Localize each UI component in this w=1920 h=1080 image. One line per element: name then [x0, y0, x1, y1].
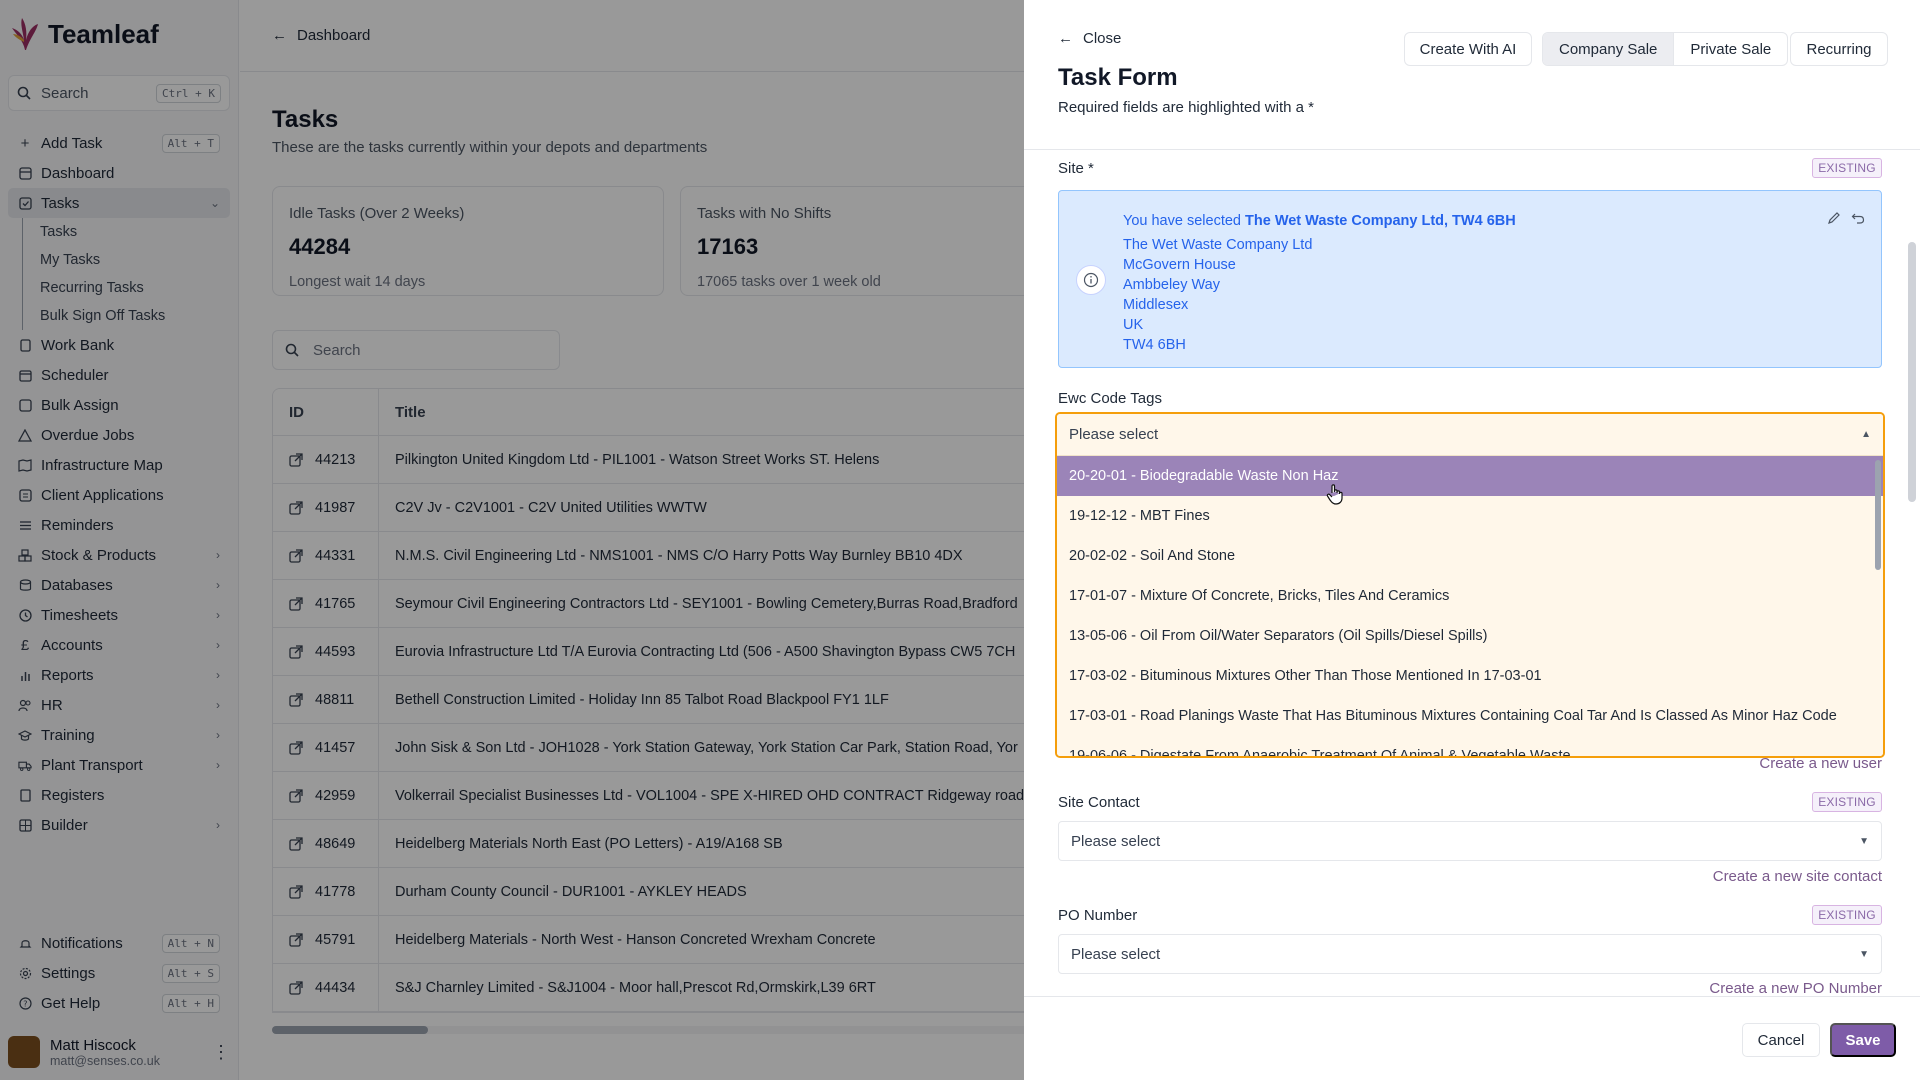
- address-line: TW4 6BH: [1123, 337, 1186, 353]
- selected-prefix: You have selected: [1123, 213, 1241, 229]
- ewc-code-dropdown: Please select ▲ 20-20-01 - Biodegradable…: [1055, 412, 1885, 758]
- address-line: Middlesex: [1123, 297, 1189, 313]
- dropdown-scrollbar[interactable]: [1875, 460, 1881, 570]
- site-contact-label: Site Contact: [1058, 794, 1140, 811]
- create-po-number-link[interactable]: Create a new PO Number: [1709, 980, 1882, 996]
- caret-up-icon: ▲: [1861, 429, 1871, 440]
- create-with-ai-button[interactable]: Create With AI: [1404, 32, 1532, 66]
- edit-icon[interactable]: [1827, 211, 1841, 225]
- po-number-select[interactable]: Please select ▼: [1058, 934, 1882, 974]
- site-contact-placeholder: Please select: [1071, 832, 1161, 850]
- ewc-code-select[interactable]: Please select ▲: [1057, 414, 1883, 456]
- site-actions: [1827, 211, 1865, 225]
- ewc-option[interactable]: 20-02-02 - Soil And Stone: [1057, 536, 1883, 576]
- cancel-button[interactable]: Cancel: [1742, 1023, 1820, 1057]
- ewc-option[interactable]: 17-03-02 - Bituminous Mixtures Other Tha…: [1057, 656, 1883, 696]
- ewc-placeholder: Please select: [1069, 426, 1159, 443]
- ewc-option[interactable]: 17-03-01 - Road Planings Waste That Has …: [1057, 696, 1883, 736]
- info-icon: [1076, 265, 1106, 295]
- caret-down-icon: ▼: [1859, 948, 1869, 960]
- vertical-scrollbar[interactable]: [1908, 242, 1916, 502]
- recurring-button[interactable]: Recurring: [1790, 32, 1888, 66]
- site-label: Site *: [1058, 160, 1094, 177]
- ewc-option[interactable]: 20-20-01 - Biodegradable Waste Non Haz: [1057, 456, 1883, 496]
- close-label: Close: [1083, 30, 1122, 47]
- hand-cursor-icon: [1326, 484, 1343, 505]
- site-contact-select[interactable]: Please select ▼: [1058, 821, 1882, 861]
- ewc-option[interactable]: 19-06-06 - Digestate From Anaerobic Trea…: [1057, 736, 1883, 756]
- form-body: Site * EXISTING You have selected The We…: [1024, 150, 1920, 996]
- caret-down-icon: ▼: [1859, 835, 1869, 847]
- undo-icon[interactable]: [1851, 211, 1865, 225]
- private-sale-tab[interactable]: Private Sale: [1673, 33, 1787, 65]
- task-form-panel: ← Close Task Form Required fields are hi…: [1024, 0, 1920, 1080]
- sale-type-toggle: Company Sale Private Sale: [1542, 32, 1789, 66]
- ewc-option[interactable]: 19-12-12 - MBT Fines: [1057, 496, 1883, 536]
- ewc-options-list: 20-20-01 - Biodegradable Waste Non Haz 19…: [1057, 456, 1883, 756]
- ewc-code-tags-label: Ewc Code Tags: [1058, 390, 1162, 407]
- site-existing-badge[interactable]: EXISTING: [1812, 158, 1882, 178]
- panel-subtitle: Required fields are highlighted with a *: [1058, 99, 1314, 116]
- address-line: Ambbeley Way: [1123, 277, 1220, 293]
- panel-title: Task Form: [1058, 64, 1178, 91]
- selected-site-name: The Wet Waste Company Ltd, TW4 6BH: [1245, 213, 1516, 229]
- site-contact-existing-badge[interactable]: EXISTING: [1812, 792, 1882, 812]
- save-button[interactable]: Save: [1830, 1023, 1896, 1057]
- close-button[interactable]: ← Close: [1058, 30, 1121, 47]
- back-arrow-icon: ←: [1058, 30, 1073, 47]
- ewc-option[interactable]: 17-01-07 - Mixture Of Concrete, Bricks, …: [1057, 576, 1883, 616]
- modal-backdrop[interactable]: [0, 0, 1024, 1080]
- company-sale-tab[interactable]: Company Sale: [1543, 33, 1674, 65]
- selected-site-box: You have selected The Wet Waste Company …: [1058, 190, 1882, 368]
- form-footer: Cancel Save: [1024, 996, 1920, 1080]
- address-line: UK: [1123, 317, 1144, 333]
- po-number-existing-badge[interactable]: EXISTING: [1812, 905, 1882, 925]
- po-number-placeholder: Please select: [1071, 945, 1161, 963]
- address-line: The Wet Waste Company Ltd: [1123, 237, 1313, 253]
- create-site-contact-link[interactable]: Create a new site contact: [1713, 868, 1882, 885]
- po-number-label: PO Number: [1058, 907, 1138, 924]
- ewc-option[interactable]: 13-05-06 - Oil From Oil/Water Separators…: [1057, 616, 1883, 656]
- address-line: McGovern House: [1123, 257, 1236, 273]
- selected-site-text: You have selected The Wet Waste Company …: [1123, 211, 1516, 355]
